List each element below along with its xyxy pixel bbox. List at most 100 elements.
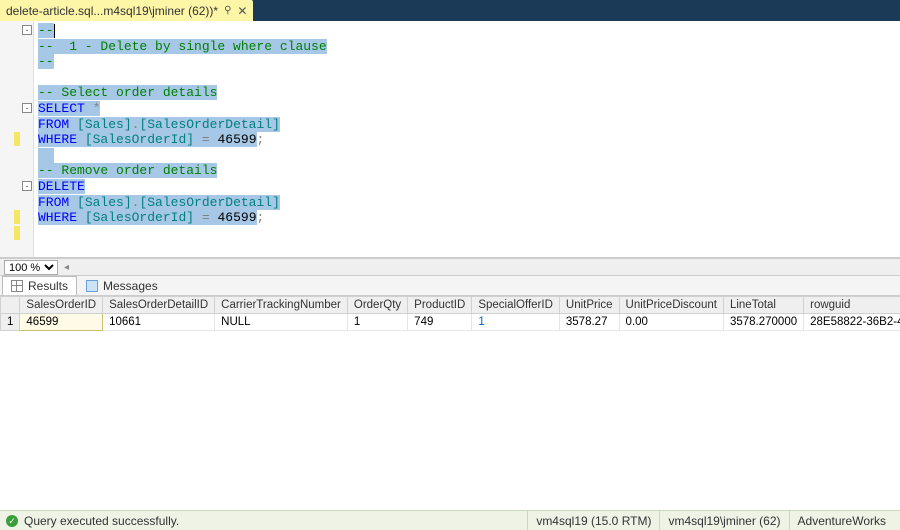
code-token <box>69 195 77 210</box>
code-token: FROM <box>38 117 69 132</box>
collapse-toggle[interactable]: - <box>22 103 32 113</box>
code-token: SELECT <box>38 101 85 116</box>
code-token: [SalesOrderDetail] <box>139 195 279 210</box>
grid-cell[interactable]: 3578.27 <box>559 314 619 331</box>
code-token: ; <box>257 132 265 147</box>
status-message: Query executed successfully. <box>24 514 179 528</box>
grid-cell[interactable]: NULL <box>215 314 348 331</box>
change-marker <box>14 132 20 146</box>
editor-code-area[interactable]: ---- 1 - Delete by single where clause--… <box>34 21 900 257</box>
change-marker <box>14 210 20 224</box>
success-icon: ✓ <box>6 515 18 527</box>
code-line[interactable]: -- Select order details <box>38 85 896 101</box>
code-line[interactable]: DELETE <box>38 179 896 195</box>
code-token: -- Remove order details <box>38 163 217 178</box>
column-header[interactable]: UnitPriceDiscount <box>619 297 723 314</box>
table-row[interactable]: 14659910661NULL174913578.270.003578.2700… <box>1 314 900 331</box>
tab-messages-label: Messages <box>103 279 158 293</box>
grid-cell[interactable]: 1 <box>347 314 407 331</box>
code-token <box>69 117 77 132</box>
code-line[interactable] <box>38 70 896 86</box>
code-token: [Sales] <box>77 117 132 132</box>
code-token: WHERE <box>38 210 77 225</box>
code-token: -- 1 - Delete by single where clause <box>38 39 327 54</box>
status-bar: ✓ Query executed successfully. vm4sql19 … <box>0 510 900 530</box>
pin-icon[interactable]: ⚲ <box>224 5 231 16</box>
code-token: * <box>93 101 101 116</box>
code-token <box>85 101 93 116</box>
status-server: vm4sql19 (15.0 RTM) <box>527 511 659 530</box>
column-header[interactable]: CarrierTrackingNumber <box>215 297 348 314</box>
row-header[interactable]: 1 <box>1 314 20 331</box>
close-icon[interactable]: ✕ <box>237 4 247 18</box>
grid-cell[interactable]: 3578.270000 <box>723 314 803 331</box>
code-line[interactable]: SELECT * <box>38 101 896 117</box>
text-cursor <box>54 24 55 38</box>
column-header[interactable]: SalesOrderDetailID <box>103 297 215 314</box>
code-token <box>77 132 85 147</box>
code-token <box>77 210 85 225</box>
collapse-toggle[interactable]: - <box>22 25 32 35</box>
editor-gutter: - - - <box>0 21 34 257</box>
document-tab[interactable]: delete-article.sql...m4sql19\jminer (62)… <box>0 0 253 21</box>
results-grid[interactable]: SalesOrderIDSalesOrderDetailIDCarrierTra… <box>0 296 900 331</box>
code-line[interactable]: -- 1 - Delete by single where clause <box>38 39 896 55</box>
column-header[interactable]: ProductID <box>408 297 472 314</box>
status-db: AdventureWorks <box>789 511 894 530</box>
grid-corner[interactable] <box>1 297 20 314</box>
document-tab-title: delete-article.sql...m4sql19\jminer (62)… <box>6 4 218 18</box>
column-header[interactable]: SpecialOfferID <box>472 297 560 314</box>
code-token: DELETE <box>38 179 85 194</box>
code-token: -- <box>38 54 54 69</box>
results-tab-strip: Results Messages <box>0 276 900 296</box>
status-user: vm4sql19\jminer (62) <box>659 511 788 530</box>
results-grid-wrap: SalesOrderIDSalesOrderDetailIDCarrierTra… <box>0 296 900 510</box>
code-line[interactable]: FROM [Sales].[SalesOrderDetail] <box>38 117 896 133</box>
grid-cell[interactable]: 0.00 <box>619 314 723 331</box>
collapse-toggle[interactable]: - <box>22 181 32 191</box>
code-token <box>38 148 54 163</box>
document-tab-bar: delete-article.sql...m4sql19\jminer (62)… <box>0 0 900 21</box>
code-line[interactable]: WHERE [SalesOrderId] = 46599; <box>38 210 896 226</box>
code-token: = <box>202 210 210 225</box>
code-token: [Sales] <box>77 195 132 210</box>
zoom-select[interactable]: 100 % <box>4 260 58 275</box>
column-header[interactable]: UnitPrice <box>559 297 619 314</box>
nav-arrows-icon[interactable]: ◂ <box>64 262 69 273</box>
change-marker <box>14 226 20 240</box>
code-token: WHERE <box>38 132 77 147</box>
sql-editor: --- ---- 1 - Delete by single where clau… <box>0 21 900 258</box>
tab-messages[interactable]: Messages <box>77 276 167 295</box>
code-line[interactable]: -- Remove order details <box>38 163 896 179</box>
tab-results[interactable]: Results <box>2 276 77 295</box>
code-token: 46599 <box>217 132 256 147</box>
code-line[interactable]: WHERE [SalesOrderId] = 46599; <box>38 132 896 148</box>
code-token: -- Select order details <box>38 85 217 100</box>
column-header[interactable]: LineTotal <box>723 297 803 314</box>
editor-zoom-bar: 100 % ◂ <box>0 258 900 276</box>
tab-results-label: Results <box>28 279 68 293</box>
code-token: ; <box>257 210 265 225</box>
code-line[interactable] <box>38 226 896 242</box>
code-token: = <box>202 132 210 147</box>
code-line[interactable]: -- <box>38 23 896 39</box>
grid-cell[interactable]: 749 <box>408 314 472 331</box>
messages-icon <box>86 280 98 292</box>
column-header[interactable]: rowguid <box>804 297 900 314</box>
column-header[interactable]: SalesOrderID <box>20 297 103 314</box>
grid-cell[interactable]: 1 <box>472 314 560 331</box>
code-token: -- <box>38 23 54 38</box>
grid-cell[interactable]: 46599 <box>20 314 103 331</box>
code-line[interactable]: -- <box>38 54 896 70</box>
code-token: [SalesOrderDetail] <box>139 117 279 132</box>
column-header[interactable]: OrderQty <box>347 297 407 314</box>
code-line[interactable]: FROM [Sales].[SalesOrderDetail] <box>38 195 896 211</box>
code-token: 46599 <box>217 210 256 225</box>
code-token: [SalesOrderId] <box>85 210 194 225</box>
code-token: [SalesOrderId] <box>85 132 194 147</box>
grid-cell[interactable]: 10661 <box>103 314 215 331</box>
grid-cell[interactable]: 28E58822-36B2-43B5-B53D-7F4F5742058C <box>804 314 900 331</box>
code-token <box>194 132 202 147</box>
code-token <box>194 210 202 225</box>
code-line[interactable] <box>38 148 896 164</box>
